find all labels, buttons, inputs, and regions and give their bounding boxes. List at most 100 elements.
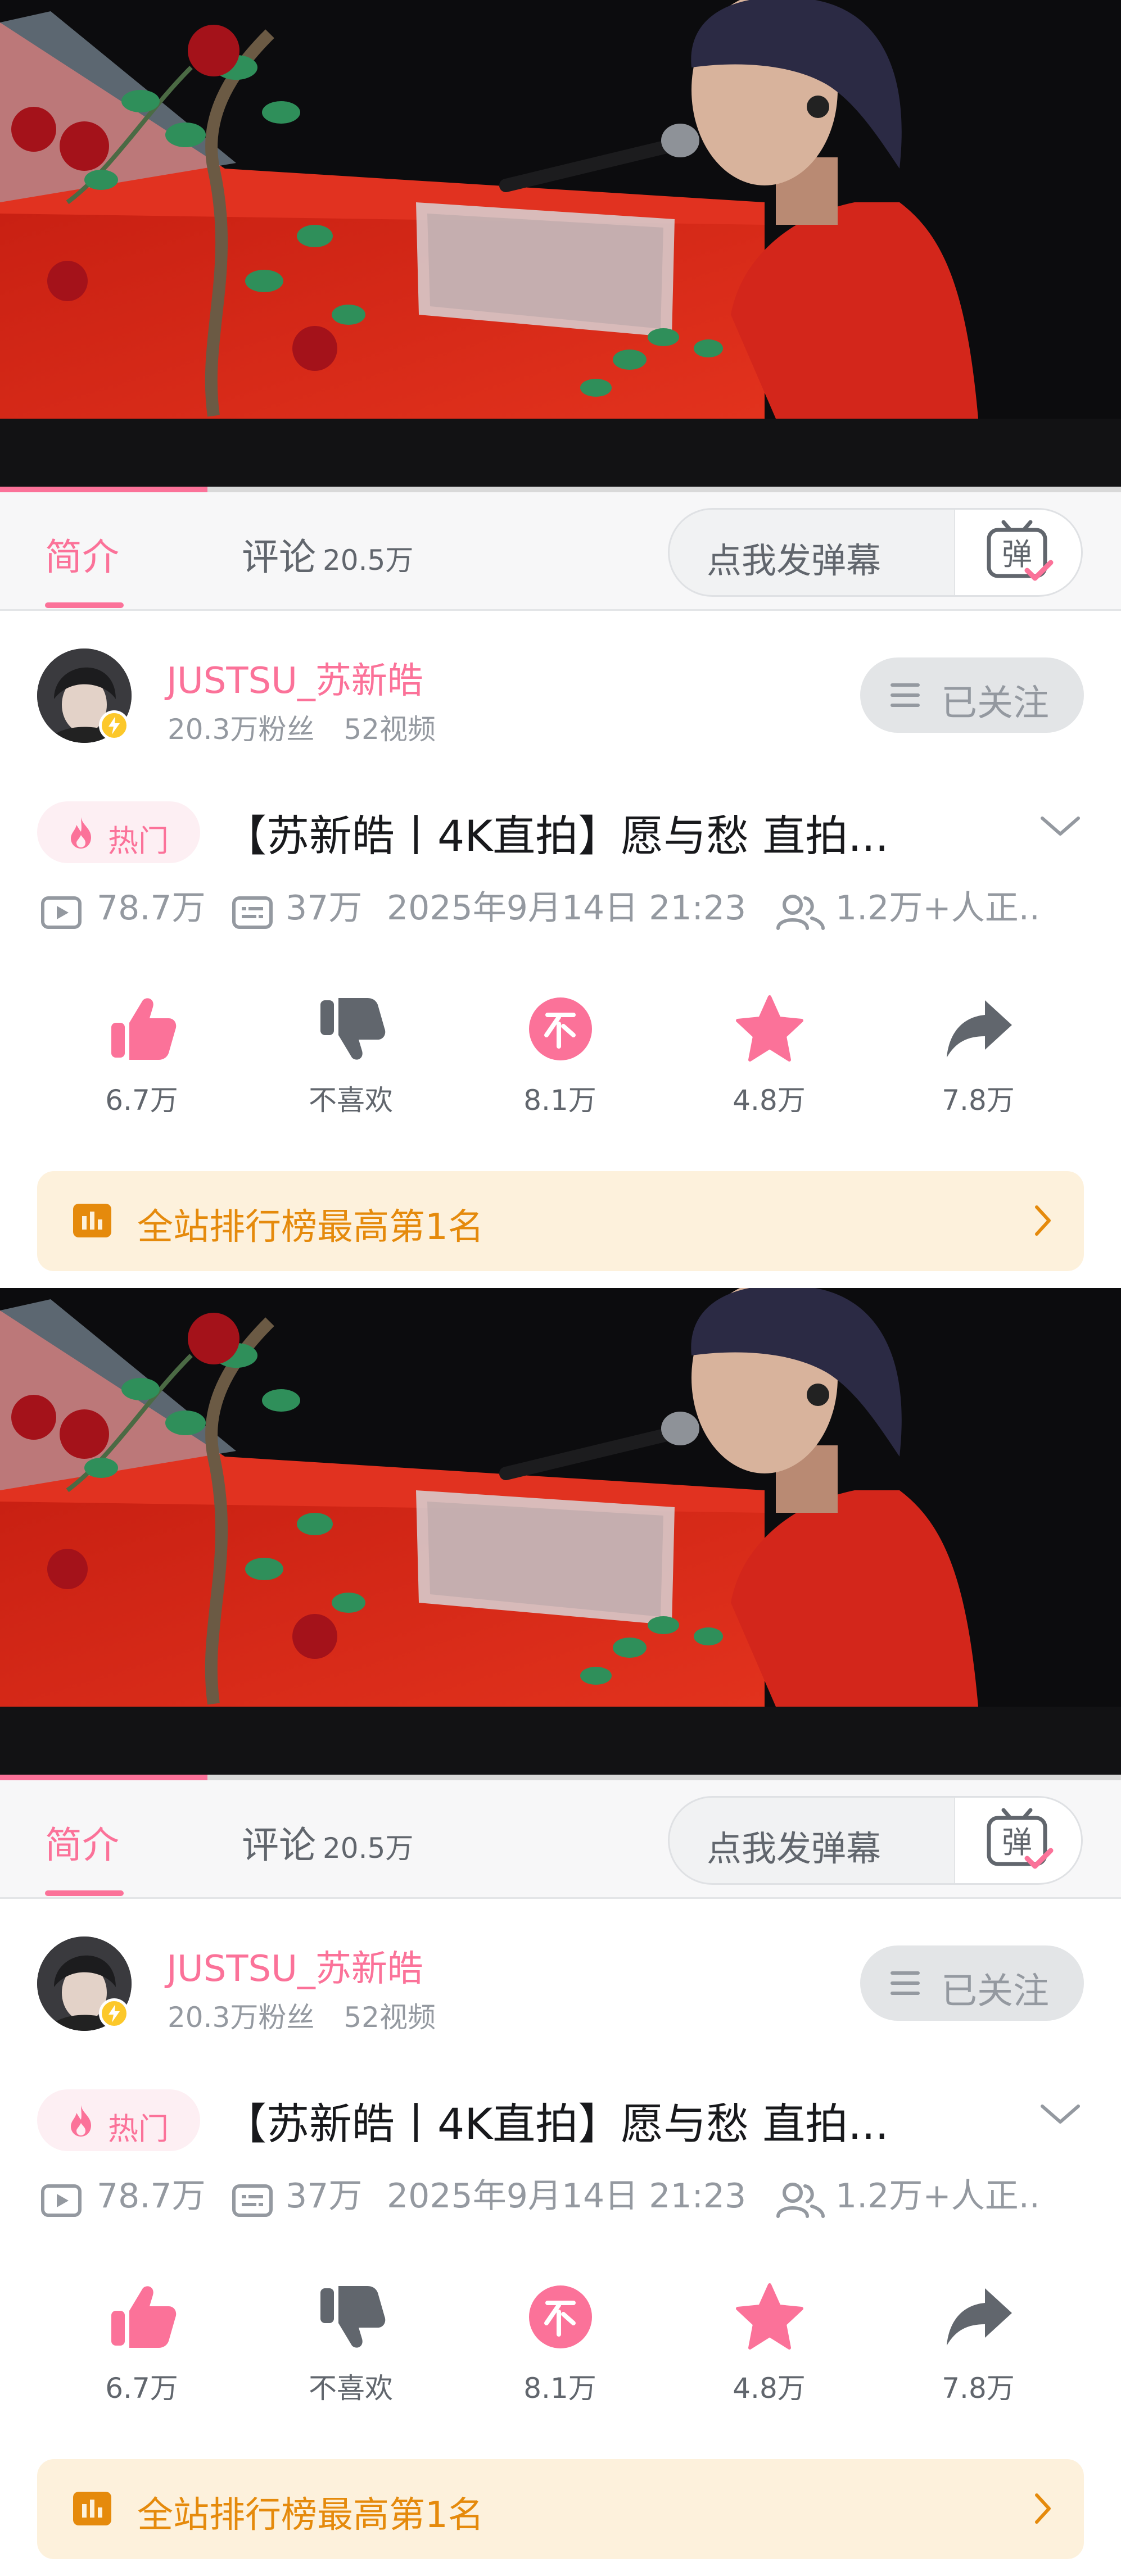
coin-count: 8.1万: [523, 1084, 596, 1117]
tab-bar: 简介 评论 20.5万 点我发弹幕 弹: [0, 1780, 1121, 1899]
coin-icon[interactable]: [524, 2280, 597, 2353]
follow-label: 已关注: [941, 1971, 1049, 2012]
video-player[interactable]: [0, 1288, 1121, 1780]
tab-intro[interactable]: 简介: [45, 1815, 119, 1869]
publish-date: 2025年9月14日 21:23: [387, 2176, 747, 2216]
chevron-right-icon: [1035, 1205, 1051, 1236]
video-progress-bar[interactable]: [0, 1775, 1121, 1780]
video-detail-panel: 简介 评论 20.5万 点我发弹幕 弹 JUSTSU_苏新皓 20.3万粉丝 5…: [0, 1288, 1121, 2576]
tab-active-indicator: [45, 602, 124, 608]
ranking-banner[interactable]: 全站排行榜最高第1名: [37, 1171, 1084, 1271]
danmaku-icon: 弹: [987, 520, 1054, 581]
favorite-star-icon[interactable]: [733, 2280, 806, 2353]
verified-badge-icon: [99, 1998, 129, 2029]
follow-label: 已关注: [941, 683, 1049, 724]
watching-count: 1.2万+人正..: [835, 2176, 1040, 2216]
danmaku-toggle-button[interactable]: 弹: [954, 1798, 1081, 1883]
author-stats: 20.3万粉丝 52视频: [168, 1995, 436, 2035]
like-icon[interactable]: [106, 2280, 179, 2353]
like-icon[interactable]: [106, 992, 179, 1065]
bar-chart-icon: [73, 1204, 111, 1237]
flame-icon: [71, 2105, 91, 2137]
ranking-label: 全站排行榜最高第1名: [137, 2495, 484, 2536]
danmaku-input[interactable]: 点我发弹幕 弹: [668, 1796, 1083, 1885]
chevron-down-icon[interactable]: [1038, 2097, 1083, 2131]
dislike-icon[interactable]: [315, 2280, 388, 2353]
author-stats: 20.3万粉丝 52视频: [168, 707, 436, 747]
video-player[interactable]: [0, 0, 1121, 492]
danmaku-toggle-button[interactable]: 弹: [954, 510, 1081, 595]
chevron-right-icon: [1035, 2493, 1051, 2524]
tab-active-indicator: [45, 1890, 124, 1896]
author-followers: 20.3万粉丝: [168, 2001, 315, 2034]
author-name[interactable]: JUSTSU_苏新皓: [166, 652, 423, 704]
chevron-down-icon[interactable]: [1038, 809, 1083, 843]
tab-comments[interactable]: 评论 20.5万: [242, 1815, 413, 1869]
danmaku-count: 37万: [286, 888, 363, 928]
author-name[interactable]: JUSTSU_苏新皓: [166, 1940, 423, 1992]
share-icon[interactable]: [942, 2280, 1015, 2353]
menu-lines-icon: [891, 1971, 920, 1995]
author-videos: 52视频: [343, 2001, 436, 2034]
favorite-star-icon[interactable]: [733, 992, 806, 1065]
publish-date: 2025年9月14日 21:23: [387, 888, 747, 928]
coin-icon[interactable]: [524, 992, 597, 1065]
danmaku-placeholder: 点我发弹幕: [707, 540, 882, 581]
tab-comments-label: 评论: [242, 536, 316, 579]
hot-badge[interactable]: 热门: [37, 801, 200, 863]
like-count: 6.7万: [105, 1084, 178, 1117]
danmaku-input[interactable]: 点我发弹幕 弹: [668, 508, 1083, 597]
video-progress-fill: [0, 487, 207, 492]
verified-badge-icon: [99, 710, 129, 741]
flame-icon: [71, 817, 91, 849]
video-progress-fill: [0, 1775, 207, 1780]
watching-count: 1.2万+人正..: [835, 888, 1040, 928]
watching-users-icon: [776, 2183, 825, 2218]
video-frame-image: [0, 0, 1121, 492]
coin-count: 8.1万: [523, 2372, 596, 2405]
share-count: 7.8万: [942, 1084, 1015, 1117]
share-icon[interactable]: [942, 992, 1015, 1065]
danmaku-glyph: 弹: [1002, 1825, 1032, 1860]
tab-comments-count: 20.5万: [323, 1832, 414, 1865]
danmaku-count-icon: [232, 2184, 273, 2217]
danmaku-glyph: 弹: [1002, 537, 1032, 572]
share-count: 7.8万: [942, 2372, 1015, 2405]
menu-lines-icon: [891, 683, 920, 707]
follow-button[interactable]: 已关注: [860, 1945, 1084, 2021]
view-count: 78.7万: [97, 888, 206, 928]
tab-intro[interactable]: 简介: [45, 527, 119, 581]
video-title[interactable]: 【苏新皓丨4K直拍】愿与愁 直拍...: [224, 801, 889, 863]
danmaku-count: 37万: [286, 2176, 363, 2216]
video-detail-panel: 简介 评论 20.5万 点我发弹幕 弹 JUSTSU_苏新皓 20.3万粉丝 5…: [0, 0, 1121, 1288]
tab-comments-label: 评论: [242, 1824, 316, 1867]
view-count: 78.7万: [97, 2176, 206, 2216]
tab-bar: 简介 评论 20.5万 点我发弹幕 弹: [0, 492, 1121, 611]
favorite-count: 4.8万: [733, 2372, 806, 2405]
play-count-icon: [41, 896, 82, 929]
bar-chart-icon: [73, 2492, 111, 2525]
tab-comments[interactable]: 评论 20.5万: [242, 527, 413, 581]
hot-badge[interactable]: 热门: [37, 2089, 200, 2151]
danmaku-placeholder: 点我发弹幕: [707, 1828, 882, 1869]
favorite-count: 4.8万: [733, 1084, 806, 1117]
dislike-icon[interactable]: [315, 992, 388, 1065]
dislike-label: 不喜欢: [309, 1084, 393, 1117]
ranking-banner[interactable]: 全站排行榜最高第1名: [37, 2459, 1084, 2559]
video-frame-image: [0, 1288, 1121, 1780]
follow-button[interactable]: 已关注: [860, 657, 1084, 733]
like-count: 6.7万: [105, 2372, 178, 2405]
ranking-label: 全站排行榜最高第1名: [137, 1207, 484, 1248]
dislike-label: 不喜欢: [309, 2372, 393, 2405]
play-count-icon: [41, 2184, 82, 2217]
danmaku-count-icon: [232, 896, 273, 929]
video-progress-bar[interactable]: [0, 487, 1121, 492]
tab-comments-count: 20.5万: [323, 544, 414, 577]
author-followers: 20.3万粉丝: [168, 713, 315, 746]
hot-label: 热门: [108, 823, 169, 859]
hot-label: 热门: [108, 2111, 169, 2147]
video-title[interactable]: 【苏新皓丨4K直拍】愿与愁 直拍...: [224, 2089, 889, 2151]
watching-users-icon: [776, 895, 825, 930]
author-videos: 52视频: [343, 713, 436, 746]
danmaku-icon: 弹: [987, 1808, 1054, 1869]
